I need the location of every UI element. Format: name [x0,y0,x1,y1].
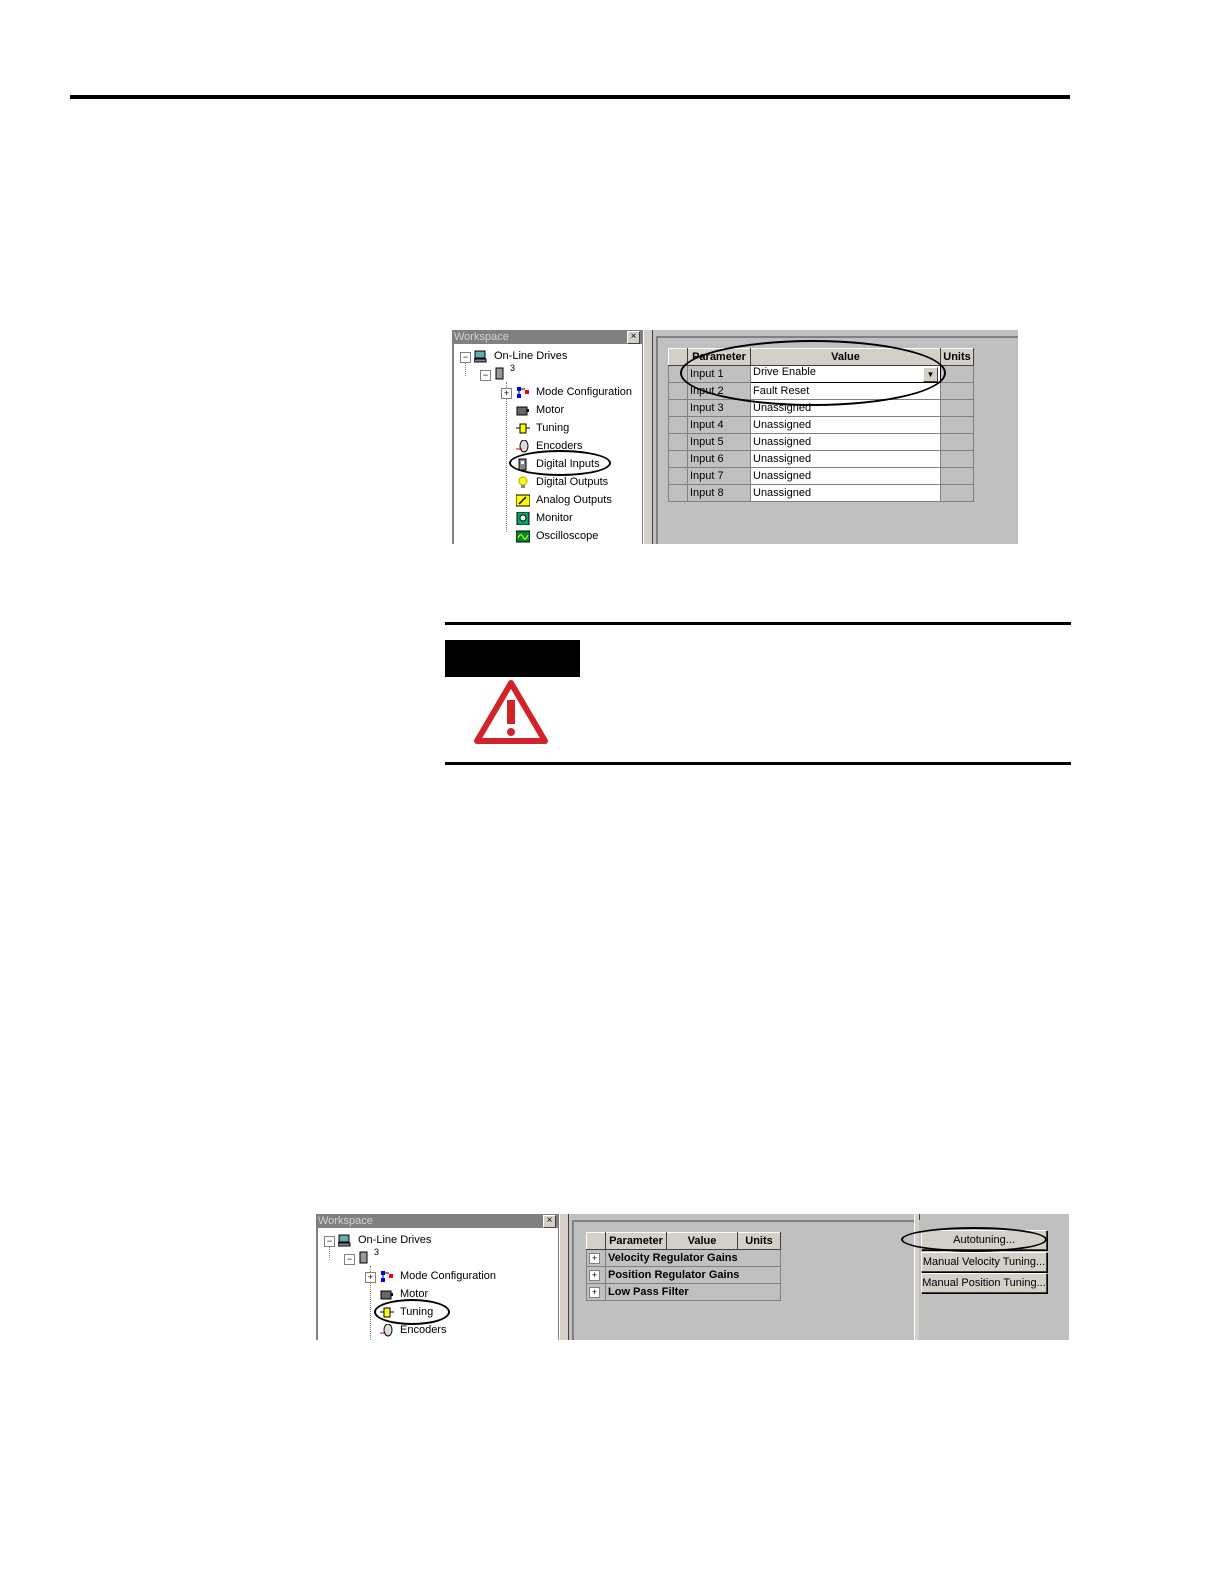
highlight-oval-input-values [680,340,946,406]
group-low-pass-filter: Low Pass Filter [605,1283,781,1301]
digital-outputs-icon [518,476,528,488]
table-row[interactable]: + Velocity Regulator Gains [586,1249,781,1267]
tree-item-monitor[interactable]: Monitor [516,509,573,527]
expand-icon[interactable]: + [365,1272,376,1283]
collapse-icon[interactable]: − [480,370,491,381]
tree-item-oscilloscope[interactable]: Oscilloscope [516,527,598,544]
tree-item-mode-configuration[interactable]: Mode Configuration [516,383,632,401]
table-row: Input 8 Unassigned [668,484,974,502]
value-cell[interactable]: Unassigned [750,450,941,468]
parameter-panel: Parameter Value Units Input 1 Drive Enab… [656,336,1018,544]
tree-root-label: On-Line Drives [494,350,568,362]
col-header-units[interactable]: Units [940,348,974,366]
expand-icon[interactable]: + [589,1287,600,1298]
tree-item-tuning[interactable]: Tuning [516,419,569,437]
param-cell: Input 3 [687,399,751,417]
warning-label-box [445,640,580,677]
collapse-icon[interactable]: − [344,1254,355,1265]
encoder-icon [516,439,529,453]
table-row: Input 6 Unassigned [668,450,974,468]
highlight-oval-digital-inputs [509,450,611,476]
tree-item-mode-configuration[interactable]: Mode Configuration [380,1267,496,1285]
manual-position-tuning-button[interactable]: Manual Position Tuning... [921,1273,1047,1293]
warning-bottom-rule [445,762,1071,765]
expand-icon[interactable]: + [589,1253,600,1264]
warning-top-rule [445,622,1071,625]
col-header-parameter[interactable]: Parameter [605,1232,667,1250]
tuning-button-panel: Autotuning... Manual Velocity Tuning... … [901,1220,1069,1340]
tree-item-motor[interactable]: Motor [516,401,564,419]
workspace-title-bar: Workspace × [316,1214,558,1228]
mode-config-icon [517,386,529,398]
pane-splitter[interactable] [559,1214,569,1340]
motor-icon [516,406,529,416]
drive-icon [495,367,504,380]
tuning-icon [516,423,530,434]
value-cell[interactable]: Unassigned [750,467,941,485]
workspace-tree: − On-Line Drives − 3 + Mode Configuratio… [316,1228,558,1340]
workspace-pane: Workspace × − On-Line Drives − 3 + Mode … [316,1214,559,1340]
param-cell: Input 4 [687,416,751,434]
workspace-title: Workspace [318,1215,373,1227]
manual-velocity-tuning-button[interactable]: Manual Velocity Tuning... [921,1252,1047,1272]
parameter-panel: Parameter Value Units + Velocity Regulat… [572,1220,914,1340]
table-row[interactable]: + Low Pass Filter [586,1283,781,1301]
mode-config-icon [381,1270,393,1282]
tree-drive-node[interactable]: 3 [358,1247,383,1266]
tree-root-online-drives[interactable]: On-Line Drives [474,347,567,365]
param-cell: Input 8 [687,484,751,502]
highlight-oval-autotuning [901,1227,1047,1252]
tree-item-analog-outputs[interactable]: Analog Outputs [516,491,612,509]
top-rule [70,95,1070,99]
tree-root-online-drives[interactable]: On-Line Drives [338,1231,431,1249]
workspace-tree: − On-Line Drives − 3 + Mode Configuratio… [452,344,642,544]
param-cell: Input 6 [687,450,751,468]
screenshot-digital-inputs: Workspace × − On-Line Drives − 3 + Mode … [452,330,1018,544]
workspace-title: Workspace [454,331,509,343]
motor-icon [380,1290,393,1300]
oscilloscope-icon [516,530,530,543]
close-icon[interactable]: × [627,331,640,344]
screenshot-tuning: Workspace × − On-Line Drives − 3 + Mode … [316,1214,1069,1340]
col-header-value[interactable]: Value [666,1232,738,1250]
table-row[interactable]: + Position Regulator Gains [586,1266,781,1284]
computer-icon [338,1234,351,1247]
parameter-table: Parameter Value Units + Velocity Regulat… [586,1232,781,1301]
workspace-pane: Workspace × − On-Line Drives − 3 + Mode … [452,330,643,544]
monitor-icon [516,511,530,525]
tree-drive-node[interactable]: 3 [494,363,519,382]
computer-icon [474,350,487,363]
value-cell[interactable]: Unassigned [750,484,941,502]
warning-triangle-icon [474,680,548,744]
param-cell: Input 7 [687,467,751,485]
close-icon[interactable]: × [543,1215,556,1228]
drive-icon [359,1251,368,1264]
highlight-oval-tuning [374,1299,450,1325]
workspace-title-bar: Workspace × [452,330,642,344]
expand-icon[interactable]: + [501,388,512,399]
group-velocity-regulator-gains: Velocity Regulator Gains [605,1249,781,1267]
table-row: Input 4 Unassigned [668,416,974,434]
col-header-units[interactable]: Units [737,1232,781,1250]
table-row: Input 7 Unassigned [668,467,974,485]
group-position-regulator-gains: Position Regulator Gains [605,1266,781,1284]
param-cell: Input 5 [687,433,751,451]
expand-icon[interactable]: + [589,1270,600,1281]
encoder-icon [380,1323,393,1337]
value-cell[interactable]: Unassigned [750,416,941,434]
tree-root-label: On-Line Drives [358,1234,432,1246]
table-row: Input 5 Unassigned [668,433,974,451]
pane-splitter[interactable] [643,330,653,544]
value-cell[interactable]: Unassigned [750,433,941,451]
analog-outputs-icon [516,494,530,507]
